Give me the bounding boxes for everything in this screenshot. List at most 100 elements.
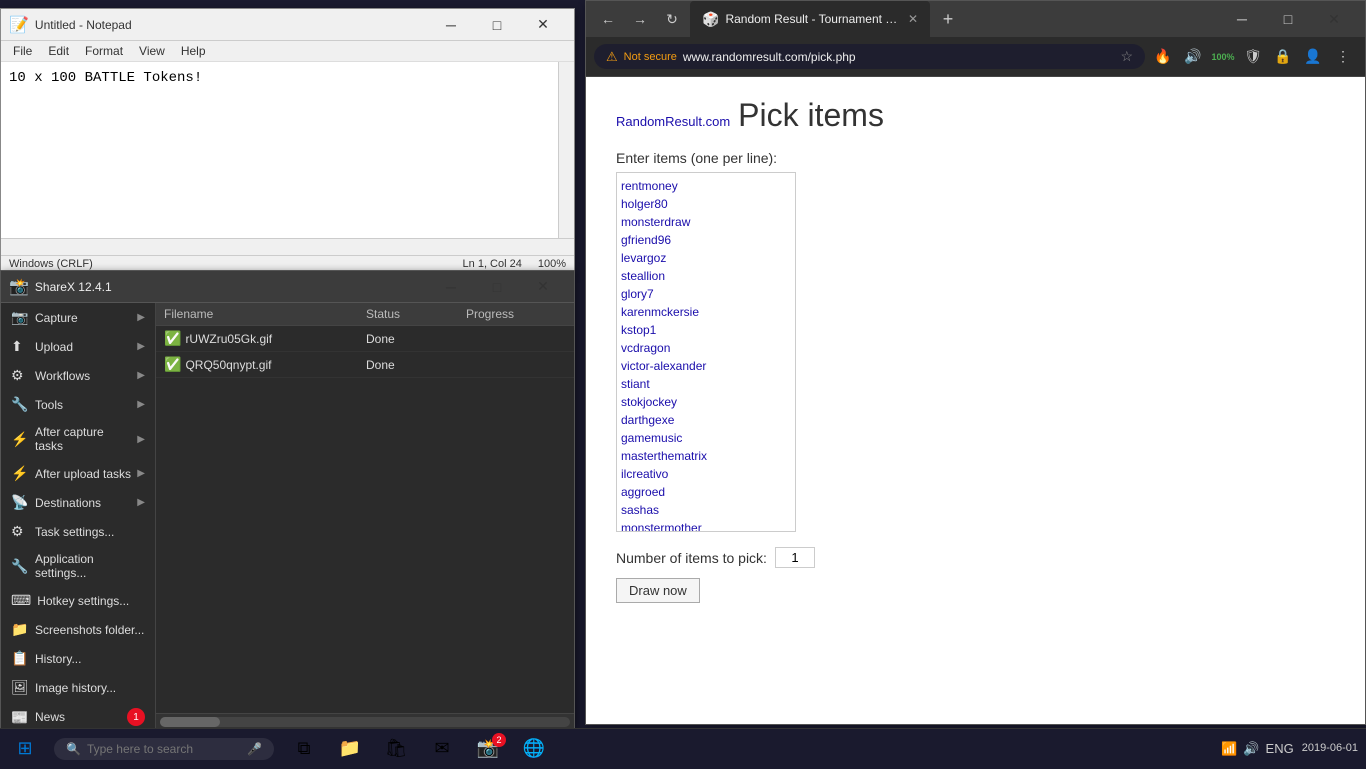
hotkeys-icon: ⌨ [11, 592, 31, 609]
sidebar-item-after-upload[interactable]: ⚡ After upload tasks ▶ [1, 459, 155, 488]
sidebar-item-after-capture[interactable]: ⚡ After capture tasks ▶ [1, 419, 155, 459]
notepad-menu: File Edit Format View Help [1, 41, 574, 62]
address-bar[interactable]: ⚠ Not secure www.randomresult.com/pick.p… [594, 44, 1145, 69]
browser-minimize-button[interactable]: ─ [1219, 3, 1265, 35]
sidebar-item-label: Hotkey settings... [37, 594, 129, 608]
sharex-horizontal-scrollbar[interactable] [156, 713, 574, 729]
chevron-right-icon: ▶ [137, 399, 145, 410]
items-textarea[interactable]: rentmoney holger80 monsterdraw gfriend96… [616, 172, 796, 532]
chrome-icon: 🌐 [523, 738, 545, 759]
sharex-sidebar: 📷 Capture ▶ ⬆ Upload ▶ ⚙ Workflows ▶ 🔧 T… [1, 303, 156, 729]
sidebar-item-hotkeys[interactable]: ⌨ Hotkey settings... [1, 586, 155, 615]
chevron-right-icon: ▶ [137, 370, 145, 381]
notepad-minimize-button[interactable]: ─ [428, 9, 474, 41]
sidebar-item-capture[interactable]: 📷 Capture ▶ [1, 303, 155, 332]
taskbar: ⊞ 🔍 🎤 ⧉ 📁 🛍 ✉ 📸 2 🌐 📶 🔊 ENG [0, 728, 1366, 768]
notepad-menu-view[interactable]: View [131, 41, 173, 61]
browser-tab-active[interactable]: 🎲 Random Result - Tournament dr... ✕ [690, 1, 930, 37]
sidebar-item-tools[interactable]: 🔧 Tools ▶ [1, 390, 155, 419]
notepad-menu-help[interactable]: Help [173, 41, 214, 61]
extension-icon-zoom[interactable]: 100% [1209, 43, 1237, 71]
network-icon[interactable]: 📶 [1221, 741, 1237, 757]
check-icon: ✅ [164, 330, 181, 347]
notepad-horizontal-scrollbar[interactable] [1, 239, 558, 255]
notepad-text-editor[interactable]: 10 x 100 BATTLE Tokens! [1, 62, 558, 238]
security-warning-icon: ⚠ [606, 49, 618, 65]
taskbar-search-box[interactable]: 🔍 🎤 [54, 738, 274, 760]
browser-content: RandomResult.com Pick items Enter items (… [586, 77, 1365, 724]
sidebar-item-destinations[interactable]: 📡 Destinations ▶ [1, 488, 155, 517]
notepad-menu-format[interactable]: Format [77, 41, 131, 61]
notepad-menu-edit[interactable]: Edit [40, 41, 77, 61]
pick-count-row: Number of items to pick: [616, 547, 1335, 568]
taskbar-app-task-view[interactable]: ⧉ [282, 729, 326, 769]
store-icon: 🛍 [385, 738, 408, 759]
sidebar-item-label: Destinations [35, 496, 101, 510]
taskbar-clock[interactable]: 2019-06-01 [1302, 741, 1358, 756]
tab-close-button[interactable]: ✕ [908, 12, 918, 26]
new-tab-button[interactable]: + [934, 5, 962, 33]
sidebar-item-news[interactable]: 📰 News 1 [1, 702, 155, 729]
bookmark-star-icon[interactable]: ☆ [1120, 48, 1133, 65]
check-icon: ✅ [164, 356, 181, 373]
start-button[interactable]: ⊞ [0, 729, 50, 769]
sidebar-item-workflows[interactable]: ⚙ Workflows ▶ [1, 361, 155, 390]
site-link[interactable]: RandomResult.com [616, 114, 730, 129]
browser-extension-icons: 🔥 🔊 100% 🛡 🔒 👤 ⋮ [1149, 43, 1357, 71]
enter-items-label: Enter items (one per line): [616, 150, 1335, 166]
browser-maximize-button[interactable]: □ [1265, 3, 1311, 35]
notepad-vertical-scrollbar[interactable] [558, 62, 574, 238]
sidebar-item-screenshots-folder[interactable]: 📁 Screenshots folder... [1, 615, 155, 644]
sharex-close-button[interactable]: ✕ [520, 271, 566, 303]
microphone-icon[interactable]: 🎤 [247, 742, 262, 756]
draw-now-button[interactable]: Draw now [616, 578, 700, 603]
extension-icon-security[interactable]: 🔒 [1269, 43, 1297, 71]
taskbar-app-file-explorer[interactable]: 📁 [328, 729, 372, 769]
notepad-titlebar: 📝 Untitled - Notepad ─ □ ✕ [1, 9, 574, 41]
browser-forward-button[interactable]: → [626, 5, 654, 33]
language-indicator[interactable]: ENG [1266, 741, 1294, 756]
after-capture-icon: ⚡ [11, 431, 29, 448]
taskbar-app-sharex[interactable]: 📸 2 [466, 729, 510, 769]
notepad-close-button[interactable]: ✕ [520, 9, 566, 41]
taskbar-app-chrome[interactable]: 🌐 [512, 729, 556, 769]
taskbar-app-store[interactable]: 🛍 [374, 729, 418, 769]
page-title: Pick items [738, 97, 884, 133]
notepad-maximize-button[interactable]: □ [474, 9, 520, 41]
sharex-maximize-button[interactable]: □ [474, 271, 520, 303]
after-upload-icon: ⚡ [11, 465, 29, 482]
sidebar-item-label: Application settings... [35, 552, 145, 580]
sidebar-item-app-settings[interactable]: 🔧 Application settings... [1, 546, 155, 586]
browser-back-button[interactable]: ← [594, 5, 622, 33]
sidebar-item-label: Screenshots folder... [35, 623, 144, 637]
notepad-zoom-level: 100% [538, 258, 566, 270]
chevron-right-icon: ▶ [137, 497, 145, 508]
sidebar-item-label: Capture [35, 311, 78, 325]
notepad-scrollbar-x-container [1, 238, 574, 255]
sidebar-item-task-settings[interactable]: ⚙ Task settings... [1, 517, 155, 546]
sidebar-item-history[interactable]: 📋 History... [1, 644, 155, 673]
browser-window-controls: ─ □ ✕ [1219, 3, 1357, 35]
browser-close-button[interactable]: ✕ [1311, 3, 1357, 35]
task-filename-2: ✅ QRQ50qnypt.gif [164, 356, 366, 373]
sharex-minimize-button[interactable]: ─ [428, 271, 474, 303]
app-settings-icon: 🔧 [11, 558, 29, 575]
taskbar-app-mail[interactable]: ✉ [420, 729, 464, 769]
pick-count-input[interactable] [775, 547, 815, 568]
volume-icon[interactable]: 🔊 [1243, 741, 1259, 757]
taskbar-search-input[interactable] [87, 742, 243, 756]
extension-icon-vpn[interactable]: 🛡 [1239, 43, 1267, 71]
notepad-statusbar-right: Ln 1, Col 24 100% [463, 258, 566, 270]
sidebar-item-image-history[interactable]: 🖼 Image history... [1, 673, 155, 702]
notepad-menu-file[interactable]: File [5, 41, 40, 61]
browser-menu-button[interactable]: ⋮ [1329, 43, 1357, 71]
extension-icon-volume[interactable]: 🔊 [1179, 43, 1207, 71]
extension-icon-1[interactable]: 🔥 [1149, 43, 1177, 71]
extension-icon-profile[interactable]: 👤 [1299, 43, 1327, 71]
sidebar-item-label: Tools [35, 398, 63, 412]
sidebar-item-upload[interactable]: ⬆ Upload ▶ [1, 332, 155, 361]
browser-reload-button[interactable]: ↻ [658, 5, 686, 33]
sidebar-item-label: Workflows [35, 369, 90, 383]
chevron-right-icon: ▶ [137, 312, 145, 323]
chevron-right-icon: ▶ [137, 434, 145, 445]
